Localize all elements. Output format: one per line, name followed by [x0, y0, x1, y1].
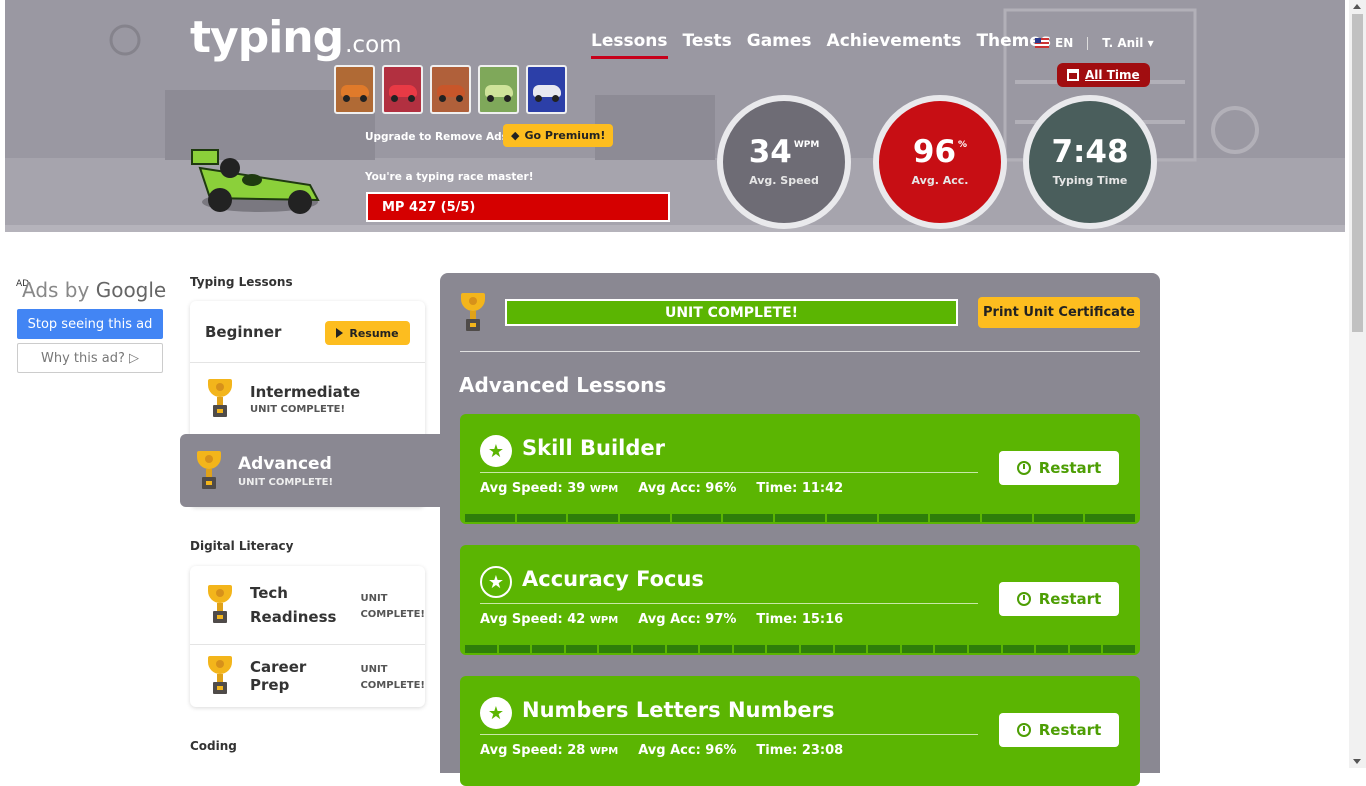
unit-complete-bar: UNIT COMPLETE!: [505, 299, 958, 326]
user-menu[interactable]: T. Anil ▾: [1102, 36, 1153, 50]
divider: [460, 351, 1140, 352]
google-ad: AD Ads by Google Stop seeing this ad Why…: [12, 275, 170, 375]
resume-button[interactable]: Resume: [325, 321, 410, 345]
restart-button[interactable]: Restart: [999, 582, 1119, 616]
car-thumb-2[interactable]: [382, 65, 423, 114]
mp-level-bar: MP 427 (5/5): [366, 192, 670, 222]
divider: [480, 603, 978, 604]
lesson-stats: Avg Speed: 42 WPM Avg Acc: 97% Time: 15:…: [480, 612, 844, 627]
lesson-tile[interactable]: ★ Accuracy Focus Avg Speed: 42 WPM Avg A…: [460, 545, 1140, 655]
lesson-progress: [465, 645, 1135, 653]
star-icon: ★: [480, 435, 512, 467]
avg-speed-gauge: 34 WPM Avg. Speed: [717, 95, 851, 229]
divider: [480, 472, 978, 473]
nav-tests[interactable]: Tests: [683, 31, 732, 59]
trophy-icon: [207, 585, 233, 625]
avg-accuracy-gauge: 96% Avg. Acc.: [873, 95, 1007, 229]
race-car-illustration: [191, 149, 320, 214]
lesson-tech-readiness[interactable]: Tech Readiness UNIT COMPLETE!: [190, 566, 425, 644]
car-thumb-5[interactable]: [526, 65, 567, 114]
us-flag-icon: [1035, 38, 1049, 48]
lesson-stats: Avg Speed: 39 WPM Avg Acc: 96% Time: 11:…: [480, 481, 844, 496]
section-title: Advanced Lessons: [459, 373, 667, 397]
nav-games[interactable]: Games: [747, 31, 812, 59]
nav-achievements[interactable]: Achievements: [827, 31, 962, 59]
language-selector[interactable]: EN T. Anil ▾: [1035, 36, 1154, 50]
lesson-progress: [465, 514, 1135, 522]
scroll-down-arrow-icon[interactable]: [1353, 759, 1361, 764]
scroll-up-arrow-icon[interactable]: [1353, 4, 1361, 9]
stop-seeing-ad-button[interactable]: Stop seeing this ad: [17, 309, 163, 339]
history-icon: [1016, 461, 1031, 475]
coding-heading: Coding: [190, 739, 237, 753]
typing-lessons-heading: Typing Lessons: [190, 275, 293, 289]
restart-button[interactable]: Restart: [999, 451, 1119, 485]
divider: [1087, 36, 1089, 50]
trophy-icon: [196, 450, 222, 491]
restart-button[interactable]: Restart: [999, 713, 1119, 747]
lesson-stats: Avg Speed: 28 WPM Avg Acc: 96% Time: 23:…: [480, 743, 844, 758]
site-logo[interactable]: typing.com: [190, 12, 402, 63]
diamond-icon: ◆: [511, 129, 520, 142]
upgrade-text: Upgrade to Remove Ads:: [365, 131, 513, 143]
history-icon: [1016, 592, 1031, 606]
trophy-icon: [460, 293, 486, 333]
lesson-title: Numbers Letters Numbers: [522, 698, 835, 722]
lesson-advanced-active[interactable]: Advanced UNIT COMPLETE!: [180, 434, 442, 507]
lesson-tile[interactable]: ★ Numbers Letters Numbers Avg Speed: 28 …: [460, 676, 1140, 786]
car-thumb-1[interactable]: [334, 65, 375, 114]
digital-literacy-card: Tech Readiness UNIT COMPLETE! Career Pre…: [190, 566, 425, 707]
lesson-career-prep[interactable]: Career Prep UNIT COMPLETE!: [190, 645, 425, 707]
typing-time-gauge: 7:48 Typing Time: [1023, 95, 1157, 229]
calendar-icon: [1067, 69, 1079, 81]
lesson-title: Skill Builder: [522, 436, 665, 460]
ads-by-google: Ads by Google: [22, 278, 167, 302]
car-thumb-4[interactable]: [478, 65, 519, 114]
digital-literacy-heading: Digital Literacy: [190, 539, 294, 553]
trophy-icon: [207, 379, 233, 419]
history-icon: [1016, 723, 1031, 737]
advanced-lessons-panel: UNIT COMPLETE! Print Unit Certificate Ad…: [440, 273, 1160, 786]
racer-status-text: You're a typing race master!: [365, 171, 534, 183]
car-thumb-3[interactable]: [430, 65, 471, 114]
star-icon: ★: [480, 566, 512, 598]
go-premium-button[interactable]: ◆ Go Premium!: [503, 124, 614, 147]
divider: [480, 734, 978, 735]
scrollbar-thumb[interactable]: [1352, 14, 1363, 332]
car-selector: [334, 65, 567, 114]
star-icon: ★: [480, 697, 512, 729]
main-nav: Lessons Tests Games Achievements Themes: [591, 31, 1051, 59]
lesson-tile[interactable]: ★ Skill Builder Avg Speed: 39 WPM Avg Ac…: [460, 414, 1140, 524]
lesson-title: Accuracy Focus: [522, 567, 704, 591]
print-certificate-button[interactable]: Print Unit Certificate: [978, 297, 1140, 328]
lesson-intermediate[interactable]: Intermediate UNIT COMPLETE!: [190, 363, 425, 435]
all-time-button[interactable]: All Time: [1057, 63, 1150, 87]
why-this-ad-button[interactable]: Why this ad? ▷: [17, 343, 163, 373]
trophy-icon: [207, 656, 233, 696]
site-header: typing.com Upgrade to Remove Ads: ◆ Go P…: [5, 0, 1345, 232]
vertical-scrollbar[interactable]: [1349, 0, 1366, 768]
play-icon: [336, 328, 344, 338]
nav-lessons[interactable]: Lessons: [591, 31, 668, 59]
